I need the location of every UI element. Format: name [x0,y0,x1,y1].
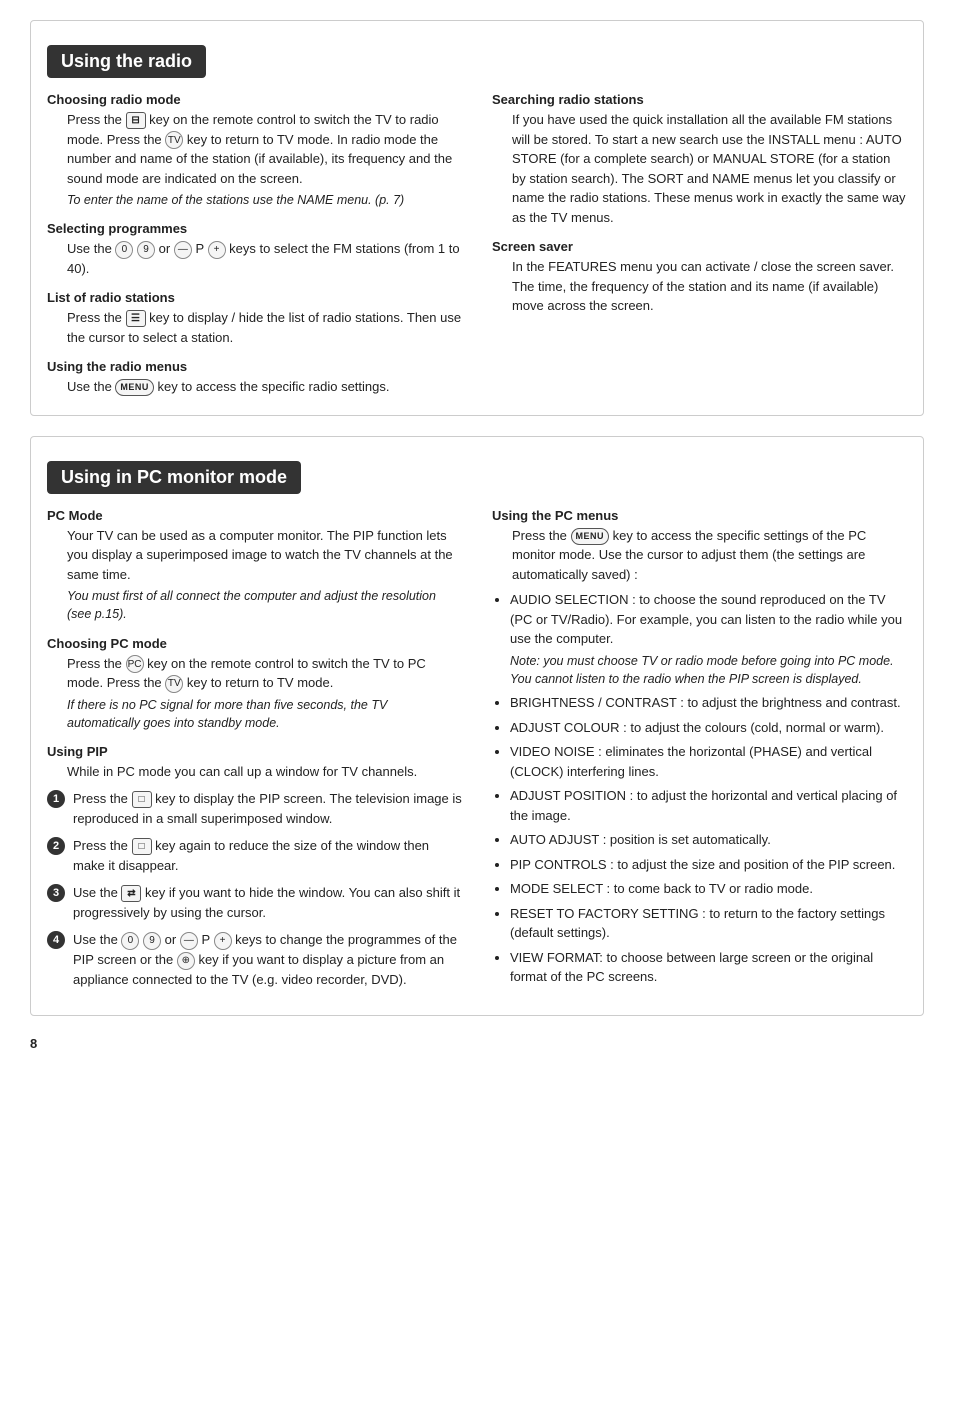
pc-mode-heading: PC Mode [47,508,462,523]
swap-key: ⇄ [121,885,141,902]
step-3-number: 3 [47,884,65,902]
pip-key-2: □ [132,838,152,855]
menu-key-pc: MENU [571,528,610,545]
radio-section-title: Using the radio [47,45,206,78]
tv-key-icon: TV [165,131,183,149]
pc-menu-item-2: BRIGHTNESS / CONTRAST : to adjust the br… [510,693,907,713]
pc-menu-item-8: MODE SELECT : to come back to TV or radi… [510,879,907,899]
pip-steps: 1 Press the □ key to display the PIP scr… [47,789,462,989]
pc-menu-item-7: PIP CONTROLS : to adjust the size and po… [510,855,907,875]
pc-menu-items: AUDIO SELECTION : to choose the sound re… [510,590,907,986]
circle-plus-key: ⊕ [177,952,195,970]
step-2-text: Press the □ key again to reduce the size… [73,836,462,875]
radio-two-col: Choosing radio mode Press the ⊟ key on t… [47,92,907,397]
pip-step-4: 4 Use the 0 9 or — P + keys to change th… [47,930,462,989]
choosing-pc-mode-heading: Choosing PC mode [47,636,462,651]
pc-menu-item-6: AUTO ADJUST : position is set automatica… [510,830,907,850]
step-1-text: Press the □ key to display the PIP scree… [73,789,462,828]
audio-selection-note: Note: you must choose TV or radio mode b… [510,652,907,688]
selecting-programmes-heading: Selecting programmes [47,221,462,236]
page-number: 8 [30,1036,924,1051]
step-1-number: 1 [47,790,65,808]
using-pip-intro: While in PC mode you can call up a windo… [67,762,462,782]
step-4-text: Use the 0 9 or — P + keys to change the … [73,930,462,989]
radio-left-col: Choosing radio mode Press the ⊟ key on t… [47,92,462,397]
choosing-pc-mode-note: If there is no PC signal for more than f… [67,696,462,732]
pip-key-1: □ [132,791,152,808]
pc-menu-item-1: AUDIO SELECTION : to choose the sound re… [510,590,907,688]
choosing-radio-mode-body: Press the ⊟ key on the remote control to… [67,110,462,188]
pc-menu-item-3: ADJUST COLOUR : to adjust the colours (c… [510,718,907,738]
pip-step-1: 1 Press the □ key to display the PIP scr… [47,789,462,828]
using-pip-heading: Using PIP [47,744,462,759]
choosing-pc-mode-body: Press the PC key on the remote control t… [67,654,462,693]
tv-key-icon2: TV [165,675,183,693]
pc-mode-note: You must first of all connect the comput… [67,587,462,623]
zero-key: 0 [115,241,133,259]
step-3-text: Use the ⇄ key if you want to hide the wi… [73,883,462,922]
pip-step-2: 2 Press the □ key again to reduce the si… [47,836,462,875]
searching-radio-stations-body: If you have used the quick installation … [512,110,907,227]
pc-menu-item-10: VIEW FORMAT: to choose between large scr… [510,948,907,987]
radio-right-col: Searching radio stations If you have use… [492,92,907,397]
pc-right-col: Using the PC menus Press the MENU key to… [492,508,907,997]
list-key-icon: ☰ [126,310,146,327]
pip-step-3: 3 Use the ⇄ key if you want to hide the … [47,883,462,922]
plus-key: + [208,241,226,259]
list-radio-stations-heading: List of radio stations [47,290,462,305]
selecting-programmes-body: Use the 0 9 or — P + keys to select the … [67,239,462,278]
nine-key-2: 9 [143,932,161,950]
pc-section-title: Using in PC monitor mode [47,461,301,494]
searching-radio-stations-heading: Searching radio stations [492,92,907,107]
screen-saver-heading: Screen saver [492,239,907,254]
pc-menu-item-9: RESET TO FACTORY SETTING : to return to … [510,904,907,943]
pc-two-col: PC Mode Your TV can be used as a compute… [47,508,907,997]
minus-key-2: — [180,932,198,950]
pc-menu-item-5: ADJUST POSITION : to adjust the horizont… [510,786,907,825]
nine-key: 9 [137,241,155,259]
pc-key-icon: PC [126,655,144,673]
page-container: Using the radio Choosing radio mode Pres… [30,20,924,1051]
using-pc-menus-body: Press the MENU key to access the specifi… [512,526,907,585]
plus-key-2: + [214,932,232,950]
menu-key-icon: MENU [115,379,154,396]
choosing-radio-mode-note: To enter the name of the stations use th… [67,191,462,209]
minus-key: — [174,241,192,259]
step-4-number: 4 [47,931,65,949]
pc-mode-body: Your TV can be used as a computer monito… [67,526,462,585]
using-radio-menus-heading: Using the radio menus [47,359,462,374]
pc-section: Using in PC monitor mode PC Mode Your TV… [30,436,924,1016]
pc-left-col: PC Mode Your TV can be used as a compute… [47,508,462,997]
screen-saver-body: In the FEATURES menu you can activate / … [512,257,907,316]
list-radio-stations-body: Press the ☰ key to display / hide the li… [67,308,462,347]
pc-menu-item-4: VIDEO NOISE : eliminates the horizontal … [510,742,907,781]
step-2-number: 2 [47,837,65,855]
radio-section: Using the radio Choosing radio mode Pres… [30,20,924,416]
zero-key-2: 0 [121,932,139,950]
using-radio-menus-body: Use the MENU key to access the specific … [67,377,462,397]
choosing-radio-mode-heading: Choosing radio mode [47,92,462,107]
using-pc-menus-heading: Using the PC menus [492,508,907,523]
radio-key-icon: ⊟ [126,112,146,129]
